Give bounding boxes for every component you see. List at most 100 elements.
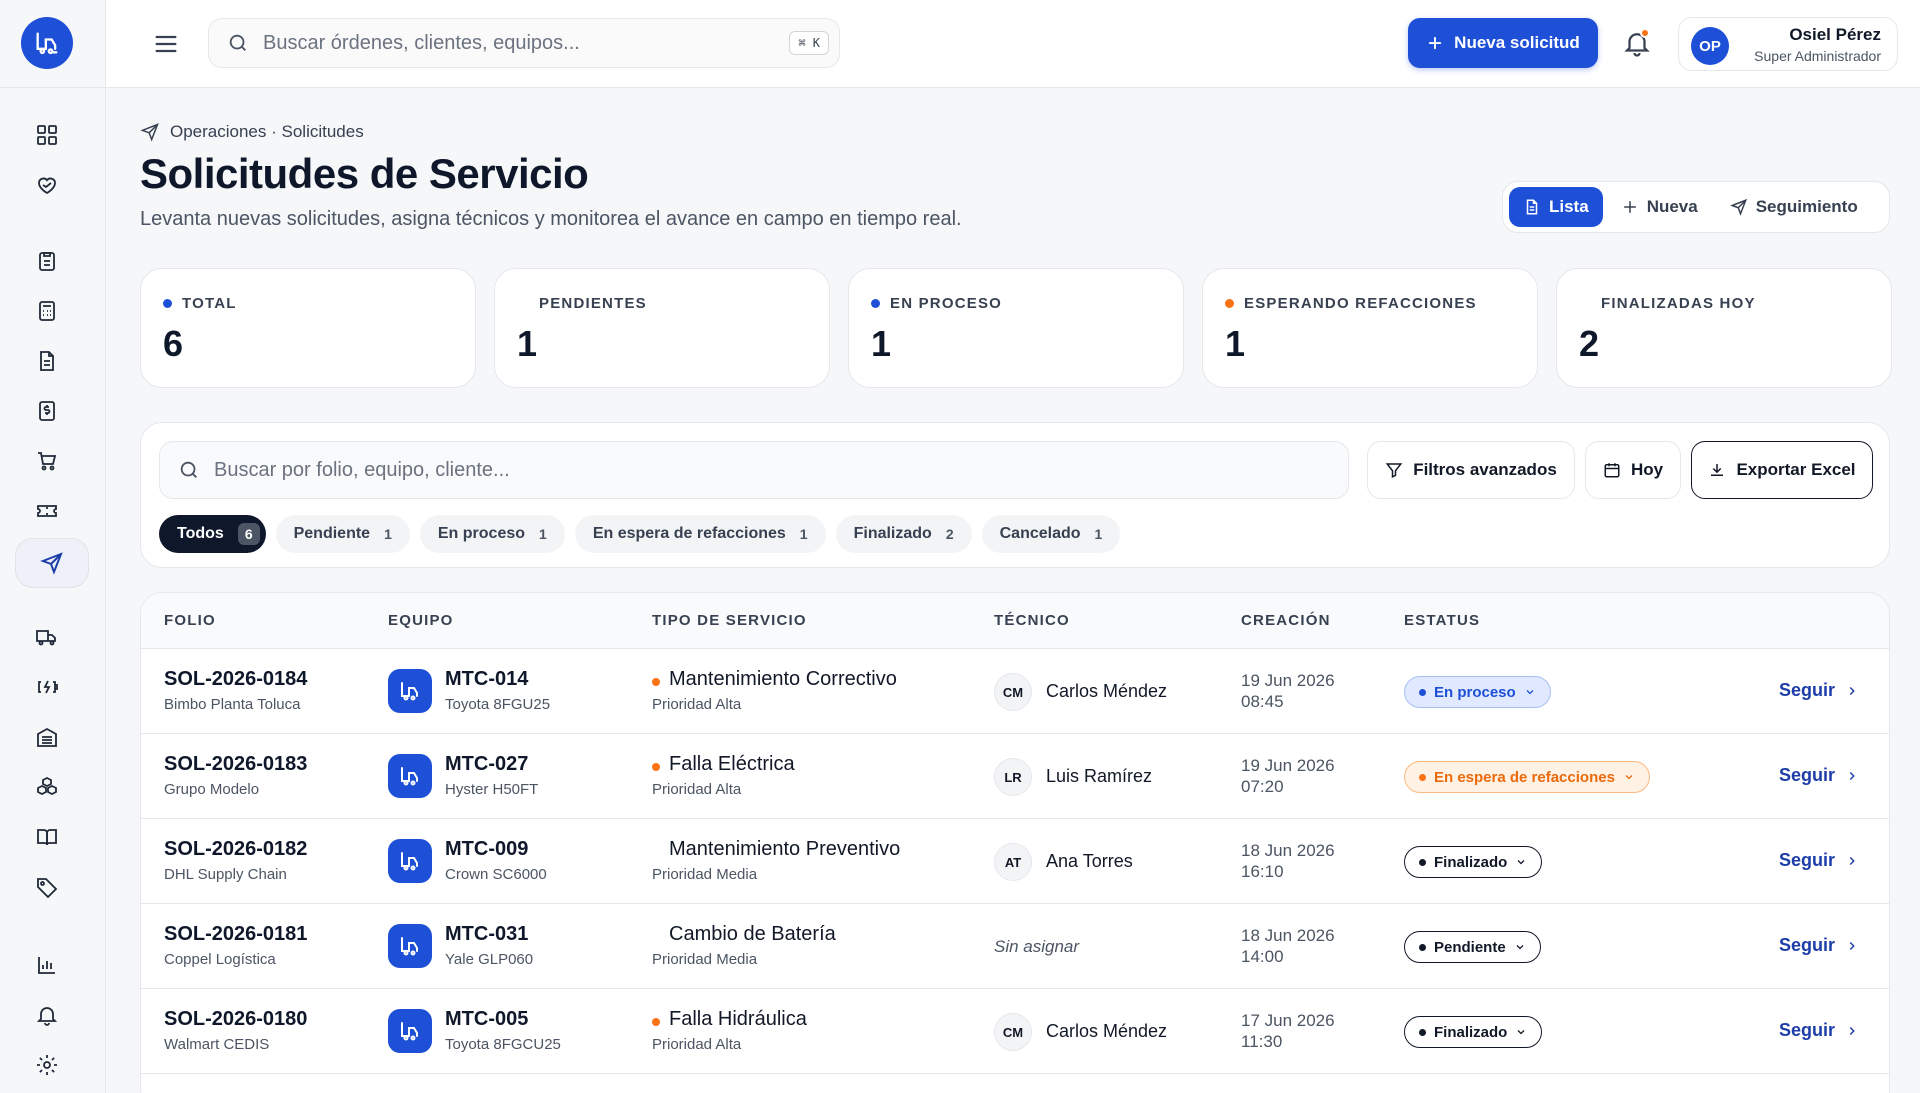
table-row[interactable]: SOL-2026-0182 DHL Supply Chain MTC-009 C… [141, 819, 1889, 904]
user-menu[interactable]: OP Osiel Pérez Super Administrador [1678, 17, 1898, 71]
shortcut-badge: ⌘ K [789, 31, 829, 55]
row-service: Falla Hidráulica [669, 1008, 807, 1030]
battery-charge-icon[interactable] [30, 670, 64, 704]
status-dropdown[interactable]: En espera de refacciones [1404, 761, 1650, 793]
cart-icon[interactable] [30, 444, 64, 478]
status-dot [1419, 1028, 1426, 1036]
tab-lista-label: Lista [1549, 197, 1589, 216]
clipboard-icon[interactable] [30, 244, 64, 278]
table-row[interactable]: SOL-2026-0180 Walmart CEDIS MTC-005 Toyo… [141, 989, 1889, 1074]
global-search-placeholder: Buscar órdenes, clientes, equipos... [263, 31, 580, 54]
tech-avatar: LR [994, 758, 1032, 796]
row-service: Cambio de Batería [669, 923, 836, 945]
avatar: OP [1691, 27, 1729, 65]
ticket-icon[interactable] [30, 494, 64, 528]
table-row[interactable]: SOL-2026-0183 Grupo Modelo MTC-027 Hyste… [141, 734, 1889, 819]
table-row[interactable]: SOL-2026-0184 Bimbo Planta Toluca MTC-01… [141, 649, 1889, 734]
follow-label: Seguir [1779, 680, 1836, 700]
status-dropdown[interactable]: Pendiente [1404, 931, 1541, 963]
invoice-dollar-icon[interactable] [30, 394, 64, 428]
send-icon [140, 123, 159, 142]
status-dropdown[interactable]: En proceso [1404, 676, 1551, 708]
bell-sidebar-icon[interactable] [30, 998, 64, 1032]
row-date-day: 19 Jun 2026 [1241, 756, 1335, 775]
row-model: Crown SC6000 [445, 866, 547, 883]
chip-cancelado[interactable]: Cancelado 1 [981, 515, 1121, 553]
chip-count: 1 [1094, 526, 1103, 542]
forklift-logo-icon[interactable] [21, 17, 73, 69]
send-icon [1729, 198, 1747, 216]
chip-todos[interactable]: Todos 6 [159, 515, 266, 553]
row-equipment: MTC-027 [445, 753, 529, 775]
tab-nueva[interactable]: Nueva [1607, 187, 1712, 227]
status-label: En proceso [1434, 683, 1516, 701]
search-icon [229, 34, 246, 51]
row-service: Mantenimiento Correctivo [669, 668, 897, 690]
global-search-input[interactable]: Buscar órdenes, clientes, equipos... ⌘ K [208, 18, 840, 68]
col-equipo: EQUIPO [388, 612, 454, 629]
chip-count: 1 [384, 526, 392, 542]
warehouse-icon[interactable] [30, 720, 64, 754]
tab-lista[interactable]: Lista [1509, 187, 1603, 227]
row-folio: SOL-2026-0184 [164, 668, 308, 690]
export-excel-button[interactable]: Exportar Excel [1691, 441, 1873, 499]
heart-handshake-icon[interactable] [30, 168, 64, 202]
row-tech: Carlos Méndez [1046, 681, 1168, 701]
page-subtitle: Levanta nuevas solicitudes, asigna técni… [140, 208, 962, 230]
plus-icon [1428, 36, 1442, 50]
dashboard-icon[interactable] [30, 118, 64, 152]
chip-en-proceso[interactable]: En proceso 1 [419, 515, 565, 553]
row-model: Yale GLP060 [445, 951, 534, 968]
chip-en-espera-refacciones[interactable]: En espera de refacciones 1 [574, 515, 826, 553]
stat-value: 1 [1225, 323, 1246, 364]
calculator-icon[interactable] [30, 294, 64, 328]
status-dropdown[interactable]: Finalizado [1404, 846, 1543, 878]
truck-icon[interactable] [30, 620, 64, 654]
follow-link[interactable]: Seguir [1779, 850, 1859, 871]
export-excel-label: Exportar Excel [1736, 460, 1856, 479]
settings-gear-icon[interactable] [30, 1048, 64, 1082]
filter-panel: Buscar por folio, equipo, cliente... Fil… [140, 422, 1890, 568]
view-tabs: Lista Nueva Seguimiento [1502, 181, 1890, 233]
book-open-icon[interactable] [30, 820, 64, 854]
follow-link[interactable]: Seguir [1779, 765, 1859, 786]
stat-value: 1 [517, 323, 538, 364]
chip-count: 1 [799, 526, 808, 542]
status-dropdown[interactable]: Finalizado [1404, 1016, 1543, 1048]
follow-link[interactable]: Seguir [1779, 935, 1859, 956]
advanced-filters-button[interactable]: Filtros avanzados [1367, 441, 1575, 499]
boxes-icon[interactable] [30, 770, 64, 804]
row-folio: SOL-2026-0182 [164, 838, 308, 860]
stat-label: ESPERANDO REFACCIONES [1244, 295, 1477, 312]
row-date-time: 08:45 [1241, 692, 1284, 711]
breadcrumb-text[interactable]: Operaciones · Solicitudes [170, 122, 364, 142]
send-requests-icon[interactable] [15, 538, 89, 588]
chevron-right-icon [1849, 941, 1855, 950]
tab-seguimiento[interactable]: Seguimiento [1716, 187, 1872, 227]
follow-link[interactable]: Seguir [1779, 1020, 1859, 1041]
status-label: Finalizado [1434, 1023, 1508, 1041]
filter-search-input[interactable]: Buscar por folio, equipo, cliente... [159, 441, 1349, 499]
filter-search-placeholder: Buscar por folio, equipo, cliente... [214, 458, 510, 481]
hamburger-menu-icon[interactable] [152, 30, 180, 58]
follow-label: Seguir [1779, 850, 1836, 870]
chevron-down-icon [1625, 775, 1633, 780]
today-button[interactable]: Hoy [1585, 441, 1681, 499]
new-request-button[interactable]: Nueva solicitud [1408, 18, 1598, 68]
status-label: En espera de refacciones [1434, 768, 1615, 786]
stat-label: PENDIENTES [539, 295, 647, 312]
table-row[interactable]: SOL-2026-0181 Coppel Logística MTC-031 Y… [141, 904, 1889, 989]
chip-pendiente[interactable]: Pendiente 1 [275, 515, 410, 553]
status-label: Finalizado [1434, 853, 1508, 871]
follow-label: Seguir [1779, 765, 1836, 785]
row-folio: SOL-2026-0183 [164, 753, 308, 775]
bar-chart-icon[interactable] [30, 948, 64, 982]
document-icon[interactable] [30, 344, 64, 378]
tag-icon[interactable] [30, 870, 64, 904]
follow-link[interactable]: Seguir [1779, 680, 1859, 701]
breadcrumb: Operaciones · Solicitudes [140, 122, 364, 142]
chevron-down-icon [1517, 860, 1525, 865]
row-model: Toyota 8FGCU25 [445, 1036, 561, 1053]
status-dot [1419, 858, 1426, 866]
chip-finalizado[interactable]: Finalizado 2 [835, 515, 972, 553]
